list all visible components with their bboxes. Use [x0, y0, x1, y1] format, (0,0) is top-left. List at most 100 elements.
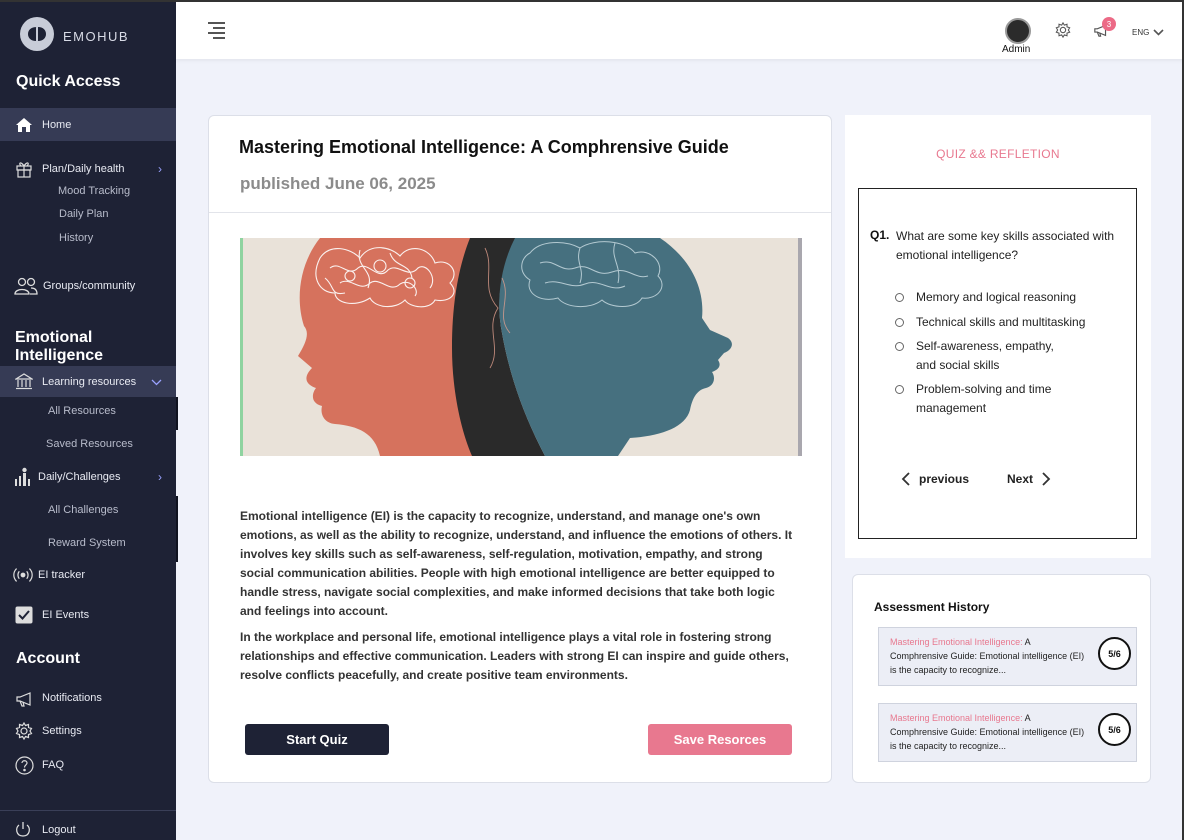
quiz-title: QUIZ && REFLETION	[936, 147, 1060, 161]
option-label: Self-awareness, empathy, and social skil…	[916, 339, 1054, 372]
chevron-down-icon	[1153, 29, 1164, 36]
radio-button[interactable]	[895, 342, 904, 351]
logout-label: Logout	[42, 824, 76, 836]
gear-icon[interactable]	[1055, 21, 1071, 43]
checkbox-icon	[13, 604, 35, 626]
sidebar-item-label: EI tracker	[38, 569, 86, 581]
sidebar-subitem-daily-plan[interactable]: Daily Plan	[59, 208, 109, 220]
sidebar-subitem-history[interactable]: History	[59, 232, 93, 244]
help-icon	[13, 754, 35, 776]
sidebar: EMOHUB Quick Access Home Plan/Daily heal…	[0, 0, 178, 840]
signal-icon	[12, 564, 34, 586]
emotional-intelligence-heading: Emotional Intelligence	[15, 329, 104, 364]
option-label: Technical skills and multitasking	[916, 315, 1086, 329]
radio-button[interactable]	[895, 385, 904, 394]
quiz-option[interactable]: Technical skills and multitasking	[895, 313, 1116, 332]
chevron-left-icon	[901, 472, 910, 486]
window-edge	[0, 0, 1184, 2]
assessment-history-title: Assessment History	[874, 600, 990, 614]
option-label: Memory and logical reasoning	[916, 290, 1077, 304]
sidebar-item-label: Notifications	[42, 692, 102, 704]
sidebar-item-home[interactable]: Home	[0, 108, 176, 141]
gift-icon	[13, 158, 35, 180]
previous-label: previous	[919, 472, 970, 486]
article-title: Mastering Emotional Intelligence: A Comp…	[239, 137, 729, 157]
sidebar-item-faq[interactable]: FAQ	[0, 753, 176, 777]
language-label: ENG	[1132, 28, 1150, 37]
user-label: Admin	[1002, 44, 1031, 55]
chevron-right-icon: ›	[158, 162, 162, 176]
sidebar-item-label: Learning resources	[42, 375, 137, 388]
megaphone-icon	[13, 687, 35, 709]
assessment-history-panel: Assessment History Mastering Emotional I…	[852, 574, 1151, 783]
history-item-text: Mastering Emotional Intelligence: A Comp…	[890, 711, 1086, 753]
quiz-option[interactable]: Self-awareness, empathy, and social skil…	[895, 337, 1076, 375]
sidebar-subitem-mood-tracking[interactable]: Mood Tracking	[58, 185, 130, 197]
article-hero-image	[240, 238, 802, 456]
sidebar-item-label: Home	[42, 118, 72, 131]
brand-name: EMOHUB	[63, 28, 130, 44]
sidebar-item-label: Plan/Daily health	[42, 163, 125, 175]
next-button[interactable]: Next	[1007, 472, 1051, 486]
menu-toggle-icon[interactable]	[208, 22, 225, 42]
quick-access-heading: Quick Access	[16, 73, 121, 90]
question-text: What are some key skills associated with…	[896, 229, 1115, 262]
sidebar-subitem-reward-system[interactable]: Reward System	[48, 537, 126, 549]
history-item[interactable]: Mastering Emotional Intelligence: A Comp…	[878, 703, 1137, 762]
sidebar-item-notifications[interactable]: Notifications	[0, 686, 176, 710]
home-icon	[13, 114, 35, 136]
sidebar-item-plan[interactable]: Plan/Daily health ›	[0, 157, 176, 181]
logo-icon	[20, 17, 54, 51]
quiz-panel: QUIZ && REFLETION Q1. What are some key …	[845, 115, 1151, 558]
question-number: Q1.	[870, 228, 890, 242]
sidebar-item-groups[interactable]: Groups/community	[0, 274, 176, 298]
notification-badge: 3	[1102, 17, 1116, 31]
sidebar-subitem-all-challenges[interactable]: All Challenges	[48, 504, 118, 516]
quiz-option[interactable]: Problem-solving and time management	[895, 380, 1076, 418]
sidebar-item-label: EI Events	[42, 609, 90, 621]
sidebar-item-label: Settings	[42, 725, 82, 737]
avatar[interactable]	[1005, 18, 1031, 44]
previous-button[interactable]: previous	[901, 472, 969, 486]
sidebar-item-ei-tracker[interactable]: EI tracker	[0, 563, 176, 587]
article-paragraph-1: Emotional intelligence (EI) is the capac…	[240, 509, 793, 618]
start-quiz-button[interactable]: Start Quiz	[245, 724, 389, 755]
radio-button[interactable]	[895, 293, 904, 302]
article-card: Mastering Emotional Intelligence: A Comp…	[208, 115, 832, 783]
sidebar-item-settings[interactable]: Settings	[0, 719, 176, 743]
history-item-highlight: Mastering Emotional Intelligence:	[890, 637, 1023, 647]
quiz-option[interactable]: Memory and logical reasoning	[895, 288, 1116, 307]
chevron-down-icon	[151, 375, 162, 389]
history-item-highlight: Mastering Emotional Intelligence:	[890, 713, 1023, 723]
sidebar-divider	[0, 810, 176, 811]
score-badge: 5/6	[1098, 713, 1131, 746]
logout-button[interactable]: Logout	[0, 818, 176, 840]
score-badge: 5/6	[1098, 637, 1131, 670]
history-item[interactable]: Mastering Emotional Intelligence: A Comp…	[878, 627, 1137, 686]
podium-icon	[14, 466, 36, 488]
divider	[209, 212, 831, 213]
save-resources-button[interactable]: Save Resorces	[648, 724, 792, 755]
sidebar-subitem-saved-resources[interactable]: Saved Resources	[46, 438, 133, 450]
history-item-text: Mastering Emotional Intelligence: A Comp…	[890, 635, 1086, 677]
sidebar-item-ei-events[interactable]: EI Events	[0, 603, 176, 627]
account-heading: Account	[16, 650, 80, 667]
language-selector[interactable]: ENG	[1132, 28, 1164, 37]
sidebar-item-learning[interactable]: Learning resources	[0, 366, 176, 397]
sidebar-item-label: Daily/Challenges	[38, 471, 121, 483]
radio-button[interactable]	[895, 318, 904, 327]
next-label: Next	[1007, 472, 1034, 486]
power-icon	[12, 819, 34, 840]
sidebar-item-challenges[interactable]: Daily/Challenges ›	[0, 465, 176, 489]
quiz-question-box: Q1. What are some key skills associated …	[858, 188, 1137, 539]
sidebar-subitem-all-resources[interactable]: All Resources	[48, 405, 116, 417]
brand[interactable]: EMOHUB	[20, 17, 129, 51]
top-header: Admin 3 ENG	[176, 0, 1184, 59]
option-label: Problem-solving and time management	[916, 382, 1052, 415]
article-date: published June 06, 2025	[240, 174, 436, 193]
chevron-right-icon	[1042, 472, 1051, 486]
bank-icon	[13, 371, 35, 393]
article-paragraph-2: In the workplace and personal life, emot…	[240, 630, 789, 682]
chevron-right-icon: ›	[158, 470, 162, 484]
users-icon	[13, 275, 39, 297]
